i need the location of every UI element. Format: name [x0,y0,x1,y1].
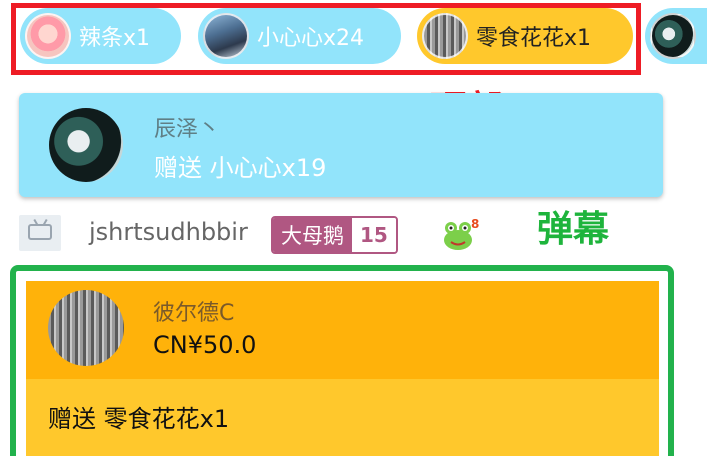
avatar [203,13,249,59]
medal-level: 15 [352,218,396,252]
ticker-item-xiaoxinxin[interactable]: 小心心x24 [198,8,401,64]
gift-action: 赠送 小心心x19 [154,154,327,182]
danmaku-username[interactable]: jshrtsudhbbir [89,218,248,246]
avatar [650,13,696,59]
svg-text:8: 8 [471,217,479,231]
superchat-username: 彼尔德C [153,301,235,326]
bilibili-tv-icon [19,215,61,251]
frog-emote-icon: 8 [444,217,479,250]
ticker-item-lingshihuahua[interactable]: 零食花花x1 [417,8,633,64]
avatar [49,108,123,182]
medal-name: 大母鹅 [273,218,352,252]
avatar [422,13,468,59]
ticker-item-partial[interactable] [645,8,707,64]
gift-username: 辰泽丶 [154,117,221,142]
ticker-item-latiao[interactable]: 辣条x1 [20,8,181,64]
fan-medal: 大母鹅 15 [271,216,398,254]
superchat-message: 赠送 零食花花x1 [48,405,230,433]
ticker-item-label: 小心心x24 [257,26,365,51]
superchat-price: CN¥50.0 [153,331,257,359]
top-ticker: 辣条x1 小心心x24 零食花花x1 [0,8,707,64]
avatar [25,13,71,59]
superchat-header: 彼尔德C CN¥50.0 [26,281,659,379]
live-chat-demo: 辣条x1 小心心x24 零食花花x1 顶部ticker 辰泽丶 赠送 小心心x1… [0,0,707,456]
gift-card[interactable]: 辰泽丶 赠送 小心心x19 [19,93,663,197]
superchat-card[interactable]: 彼尔德C CN¥50.0 赠送 零食花花x1 [26,281,659,456]
danmaku-annotation-label: 弹幕 [537,209,610,250]
ticker-item-label: 辣条x1 [79,26,151,51]
ticker-item-label: 零食花花x1 [476,26,592,51]
avatar [48,290,124,366]
superchat-body: 赠送 零食花花x1 [26,379,659,456]
